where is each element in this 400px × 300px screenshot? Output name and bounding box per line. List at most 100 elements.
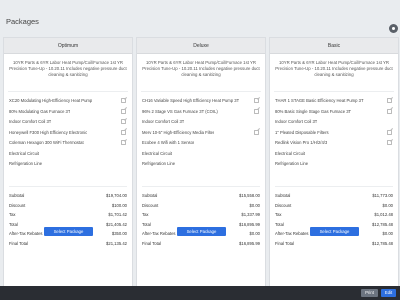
list-item: Electrical Circuit xyxy=(275,149,393,160)
item-label: Merv 10-5" High-Efficiency Media Filter xyxy=(142,129,215,135)
settings-icon[interactable] xyxy=(389,24,398,33)
subtotal-label: Subtotal xyxy=(275,193,291,198)
item-label: Redlink Vision Pro 1/H/2/4/3 xyxy=(275,140,328,145)
package-card-deluxe: Deluxe 10YR Parts & 6YR Labor Heat Pump/… xyxy=(136,37,266,297)
tax-label: Tax xyxy=(142,212,149,217)
tax-value: $1,701.42 xyxy=(108,212,127,217)
final-total-label: Final Total xyxy=(275,240,295,246)
tax-value: $1,012.48 xyxy=(374,212,393,217)
item-label: Ecobee 4 Wifi with 1 Sensor xyxy=(142,140,195,145)
rebates-label: After-Tax Rebates xyxy=(142,231,176,236)
rebates-value: $0.00 xyxy=(382,231,393,236)
subtotal-row: Subtotal $11,773.00 xyxy=(275,191,393,201)
select-package-button[interactable]: Select Package xyxy=(44,227,93,236)
package-totals: Subtotal $11,773.00 Discount $0.00 Tax $1,0… xyxy=(275,186,393,248)
list-item: Refrigeration Line xyxy=(9,159,127,170)
item-label: 80% Basic Single Stage Gas Furnace 3T xyxy=(275,108,352,114)
edit-icon[interactable] xyxy=(387,98,392,103)
discount-value: $0.00 xyxy=(382,202,393,208)
select-package-button[interactable]: Select Package xyxy=(177,227,226,236)
final-total-value: $16,895.99 xyxy=(239,240,260,246)
final-total-row: Final Total $16,895.99 xyxy=(142,239,260,249)
item-label: Indoor Comfort Coil 3T xyxy=(275,119,318,124)
discount-row: Discount $100.00 xyxy=(9,201,127,211)
total-label: Total xyxy=(142,221,151,227)
package-description: 10YR Parts & 6YR Labor Heat Pump/Coil/Fu… xyxy=(141,60,261,92)
subtotal-row: Subtotal $19,704.00 xyxy=(9,191,127,201)
package-name: Basic xyxy=(270,38,398,54)
item-label: Coleman Hexagon 300 WiFi Thermostat xyxy=(9,140,84,145)
edit-icon[interactable] xyxy=(387,129,392,135)
item-label: Refrigeration Line xyxy=(275,161,309,166)
final-total-row: Final Total $21,135.42 xyxy=(9,239,127,249)
subtotal-value: $15,558.00 xyxy=(239,193,260,198)
list-item: Electrical Circuit xyxy=(9,149,127,160)
list-item: Redlink Vision Pro 1/H/2/4/3 xyxy=(275,138,393,149)
edit-icon[interactable] xyxy=(254,98,259,103)
list-item: Indoor Comfort Coil 3T xyxy=(142,117,260,128)
discount-row: Discount $0.00 xyxy=(142,201,260,211)
tax-row: Tax $1,012.48 xyxy=(275,210,393,220)
package-description: 10YR Parts & 6YR Labor Heat Pump/Coil/Fu… xyxy=(274,60,394,92)
tax-label: Tax xyxy=(275,212,282,217)
package-totals: Subtotal $15,558.00 Discount $0.00 Tax $1,3… xyxy=(142,186,260,248)
item-label: 96% 2 Stage VS Gas Furnace 3T (COIL) xyxy=(142,108,218,114)
list-item: Coleman Hexagon 300 WiFi Thermostat xyxy=(9,138,127,149)
package-name: Deluxe xyxy=(137,38,265,54)
subtotal-value: $11,773.00 xyxy=(372,193,393,198)
final-total-row: Final Total $12,785.48 xyxy=(275,239,393,249)
item-label: Electrical Circuit xyxy=(9,150,40,156)
rebates-value: $350.00 xyxy=(111,231,127,236)
list-item: Electrical Circuit xyxy=(142,149,260,160)
list-item: CH16 Variable Speed High Efficiency Heat… xyxy=(142,96,260,107)
edit-icon[interactable] xyxy=(121,140,126,145)
discount-label: Discount xyxy=(275,202,292,208)
package-totals: Subtotal $19,704.00 Discount $100.00 Tax $1… xyxy=(9,186,127,248)
edit-icon[interactable] xyxy=(121,119,126,124)
list-item: Ecobee 4 Wifi with 1 Sensor xyxy=(142,138,260,149)
package-name: Optimum xyxy=(4,38,132,54)
subtotal-row: Subtotal $15,558.00 xyxy=(142,191,260,201)
total-label: Total xyxy=(275,221,284,227)
final-total-value: $12,785.48 xyxy=(372,240,393,246)
edit-icon[interactable] xyxy=(254,108,259,114)
edit-button[interactable]: Edit xyxy=(381,289,396,297)
edit-icon[interactable] xyxy=(121,98,126,103)
discount-label: Discount xyxy=(142,202,159,208)
select-package-button[interactable]: Select Package xyxy=(310,227,359,236)
list-item: 80% Modulating Gas Furnace 3T xyxy=(9,107,127,118)
item-label: Indoor Comfort Coil 3T xyxy=(9,119,52,124)
package-items: XC20 Modulating High-Efficiency Heat Pum… xyxy=(9,96,127,170)
tax-label: Tax xyxy=(9,212,16,217)
tax-value: $1,337.99 xyxy=(241,212,260,217)
edit-icon[interactable] xyxy=(121,129,126,135)
item-label: Refrigeration Line xyxy=(142,161,176,166)
list-item: XC20 Modulating High-Efficiency Heat Pum… xyxy=(9,96,127,107)
edit-icon[interactable] xyxy=(121,108,126,114)
list-item: Indoor Comfort Coil 3T xyxy=(275,117,393,128)
edit-icon[interactable] xyxy=(254,129,259,135)
package-card-basic: Basic 10YR Parts & 6YR Labor Heat Pump/C… xyxy=(269,37,399,297)
package-card-optimum: Optimum 10YR Parts & 6YR Labor Heat Pump… xyxy=(3,37,133,297)
package-cards: Optimum 10YR Parts & 6YR Labor Heat Pump… xyxy=(3,37,399,297)
item-label: 80% Modulating Gas Furnace 3T xyxy=(9,108,71,114)
final-total-value: $21,135.42 xyxy=(106,240,127,246)
item-label: Honeywell F300 High Efficiency Electroni… xyxy=(9,129,88,135)
rebates-value: $0.00 xyxy=(249,231,260,236)
package-items: CH16 Variable Speed High Efficiency Heat… xyxy=(142,96,260,170)
edit-icon[interactable] xyxy=(387,140,392,145)
item-label: Electrical Circuit xyxy=(275,150,306,156)
edit-icon[interactable] xyxy=(387,108,392,114)
item-label: XC20 Modulating High-Efficiency Heat Pum… xyxy=(9,98,93,103)
total-label: Total xyxy=(9,221,18,227)
rebates-label: After-Tax Rebates xyxy=(9,231,43,236)
list-item: 80% Basic Single Stage Gas Furnace 3T xyxy=(275,107,393,118)
item-label: Indoor Comfort Coil 3T xyxy=(142,119,185,124)
package-items: THAR 1 STAGE Basic Efficiency Heat Pump … xyxy=(275,96,393,170)
print-button[interactable]: Print xyxy=(361,289,378,297)
list-item: 96% 2 Stage VS Gas Furnace 3T (COIL) xyxy=(142,107,260,118)
list-item: THAR 1 STAGE Basic Efficiency Heat Pump … xyxy=(275,96,393,107)
discount-value: $100.00 xyxy=(111,202,127,208)
page-title: Packages xyxy=(6,17,39,26)
item-label: CH16 Variable Speed High Efficiency Heat… xyxy=(142,98,240,103)
